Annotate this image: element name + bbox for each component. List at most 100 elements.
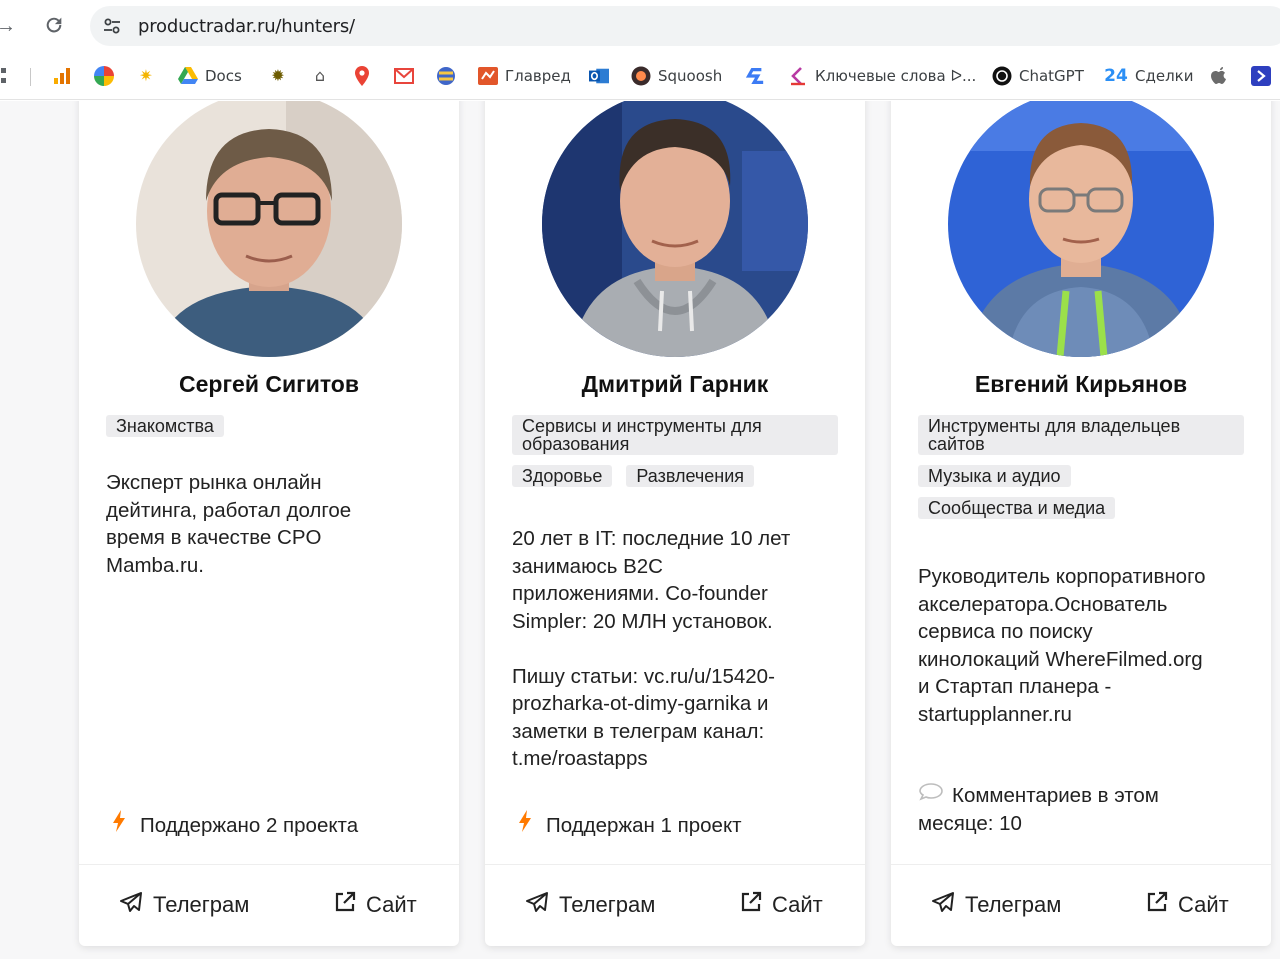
bookmark-apps[interactable] <box>0 64 18 88</box>
bookmarks-bar: ✷ Docs ✹ ⌂ Главред Squoosh Ключевые слов… <box>0 52 1280 100</box>
bitrix24-icon: 24 <box>1104 65 1128 86</box>
bookmark-squoosh[interactable]: Squoosh <box>631 64 722 88</box>
telegram-icon <box>931 891 955 919</box>
sun-icon: ✷ <box>139 66 153 85</box>
url-text[interactable]: productradar.ru/hunters/ <box>138 16 355 37</box>
bookmark-arrow[interactable] <box>1251 64 1271 88</box>
bookmark-sun[interactable]: ✷ <box>136 64 156 88</box>
bookmark-keywords[interactable]: Ключевые слова ᐅ... <box>788 64 976 88</box>
map-pin-icon <box>352 66 372 86</box>
support-stat-text: Поддержано 2 проекта <box>140 814 359 837</box>
hunter-tags: Знакомства <box>106 415 439 447</box>
bug-icon: ✹ <box>271 66 285 85</box>
bookmark-label: Squoosh <box>658 67 723 85</box>
lightning-icon <box>106 810 132 840</box>
hunter-card: Дмитрий Гарник Сервисы и инструменты для… <box>485 101 865 946</box>
globe-icon <box>436 66 456 86</box>
site-button[interactable]: Сайт <box>334 891 417 919</box>
category-tag[interactable]: Развлечения <box>626 465 755 487</box>
telegram-icon <box>119 891 143 919</box>
hunter-card: Сергей Сигитов Знакомства Эксперт рынка … <box>79 101 459 946</box>
category-tag[interactable]: Сервисы и инструменты для образования <box>512 415 838 455</box>
bookmark-label: Сделки <box>1135 67 1194 85</box>
comments-stat: Комментариев в этом месяце: 10 <box>918 782 1238 837</box>
bookmark-color[interactable] <box>94 64 114 88</box>
comment-icon <box>918 782 944 810</box>
category-tag[interactable]: Музыка и аудио <box>918 465 1071 487</box>
bookmark-outlook[interactable] <box>589 64 609 88</box>
bookmark-incognito[interactable]: ⌂ <box>310 64 330 88</box>
bookmark-chatgpt[interactable]: ChatGPT <box>992 64 1084 88</box>
telegram-button[interactable]: Телеграм <box>931 891 1061 919</box>
category-tag[interactable]: Здоровье <box>512 465 613 487</box>
site-button[interactable]: Сайт <box>740 891 823 919</box>
bookmark-label: Ключевые слова ᐅ... <box>815 67 977 85</box>
arrow-badge-icon <box>1251 66 1271 86</box>
bookmark-label: Docs <box>205 67 242 85</box>
telegram-button[interactable]: Телеграм <box>525 891 655 919</box>
reload-icon[interactable] <box>42 14 66 38</box>
category-tag[interactable]: Знакомства <box>106 415 224 437</box>
telegram-button[interactable]: Телеграм <box>119 891 249 919</box>
avatar <box>948 101 1214 357</box>
site-button[interactable]: Сайт <box>1146 891 1229 919</box>
support-stat-text: Поддержан 1 проект <box>546 814 742 837</box>
telegram-label: Телеграм <box>153 892 250 917</box>
card-divider <box>79 864 459 865</box>
outlook-icon <box>589 66 609 86</box>
bookmark-bitrix[interactable]: 24 Сделки <box>1104 64 1193 88</box>
incognito-icon: ⌂ <box>314 66 326 85</box>
bookmark-docs[interactable]: Docs <box>178 64 242 88</box>
lightning-icon <box>512 810 538 840</box>
bookmark-bug[interactable]: ✹ <box>268 64 288 88</box>
bookmark-maps[interactable] <box>352 64 372 88</box>
apple-icon <box>1209 66 1229 86</box>
bookmark-label: ChatGPT <box>1019 67 1084 85</box>
hunter-tags: Инструменты для владельцев сайтов Музыка… <box>918 415 1251 529</box>
comments-stat-text: Комментариев в этом месяце: 10 <box>918 784 1159 835</box>
grid-icon <box>0 66 18 86</box>
bookmark-label: Главред <box>505 67 571 85</box>
avatar <box>136 101 402 357</box>
external-link-icon <box>1146 891 1168 919</box>
category-tag[interactable]: Сообщества и медиа <box>918 497 1116 519</box>
hunter-name[interactable]: Евгений Кирьянов <box>891 371 1271 398</box>
glavred-icon <box>478 66 498 86</box>
hunter-tags: Сервисы и инструменты для образования Зд… <box>512 415 845 497</box>
s-logo-icon <box>745 66 765 86</box>
bookmark-glavred[interactable]: Главред <box>478 64 571 88</box>
bookmark-mail[interactable] <box>394 64 414 88</box>
hunter-name[interactable]: Сергей Сигитов <box>79 371 459 398</box>
chatgpt-icon <box>992 66 1012 86</box>
avatar <box>542 101 808 357</box>
hunter-card: Евгений Кирьянов Инструменты для владель… <box>891 101 1271 946</box>
address-bar[interactable]: productradar.ru/hunters/ <box>90 6 1280 46</box>
browser-toolbar: → productradar.ru/hunters/ <box>0 0 1280 52</box>
bookmark-s[interactable] <box>745 64 765 88</box>
forward-icon[interactable]: → <box>0 14 18 38</box>
telegram-icon <box>525 891 549 919</box>
bookmark-analytics[interactable] <box>52 64 72 88</box>
hunters-page: Сергей Сигитов Знакомства Эксперт рынка … <box>0 101 1280 959</box>
hunter-bio: Руководитель корпоративного акселератора… <box>918 565 1206 726</box>
site-label: Сайт <box>772 892 823 917</box>
site-label: Сайт <box>366 892 417 917</box>
hunter-bio: Эксперт рынка онлайн дейтинга, работал д… <box>106 471 352 577</box>
card-divider <box>891 864 1271 865</box>
hunter-name[interactable]: Дмитрий Гарник <box>485 371 865 398</box>
external-link-icon <box>334 891 356 919</box>
bookmark-globe[interactable] <box>436 64 456 88</box>
category-tag[interactable]: Инструменты для владельцев сайтов <box>918 415 1244 455</box>
card-divider <box>485 864 865 865</box>
site-label: Сайт <box>1178 892 1229 917</box>
site-settings-icon[interactable] <box>102 16 122 36</box>
mail-icon <box>394 66 414 86</box>
analytics-icon <box>52 66 72 86</box>
squoosh-icon <box>631 66 651 86</box>
bookmark-apple[interactable] <box>1209 64 1229 88</box>
color-wheel-icon <box>94 66 114 86</box>
google-drive-icon <box>178 66 198 86</box>
telegram-label: Телеграм <box>965 892 1062 917</box>
hunter-bio: 20 лет в IT: последние 10 лет занимаюсь … <box>512 527 791 770</box>
support-stat: Поддержано 2 проекта <box>106 810 426 840</box>
